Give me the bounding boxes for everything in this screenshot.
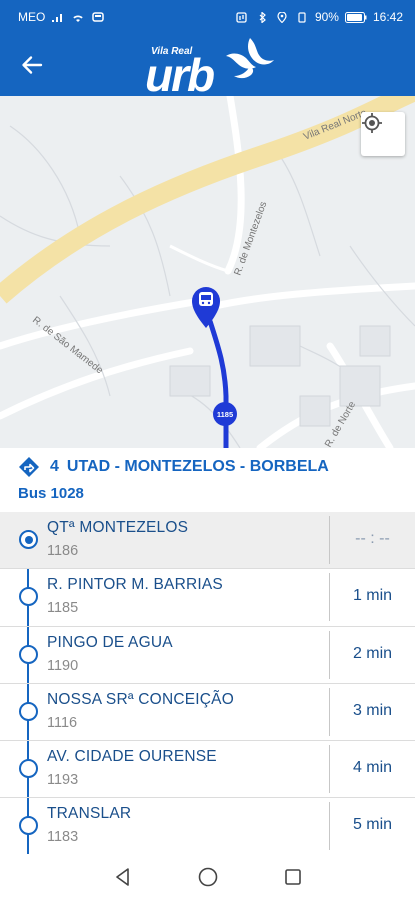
status-left: MEO xyxy=(18,10,105,24)
bird-logo-icon xyxy=(226,38,274,79)
circle-home-icon xyxy=(198,867,217,887)
stop-name: PINGO DE AGUA xyxy=(47,633,173,651)
arrow-left-icon xyxy=(22,56,43,74)
line-number: 4 xyxy=(50,458,59,475)
battery-percent: 90% xyxy=(314,10,339,24)
stop-row[interactable]: QTª MONTEZELOS 1186 -- : -- xyxy=(0,512,415,570)
stop-row[interactable]: TRANSLAR 1183 5 min xyxy=(0,798,415,854)
current-stop-node xyxy=(19,530,38,549)
square-recents-icon xyxy=(284,869,301,885)
triangle-back-icon xyxy=(115,868,129,886)
stops-list: QTª MONTEZELOS 1186 -- : -- R. PINTOR M.… xyxy=(0,512,415,854)
stop-row[interactable]: AV. CIDADE OURENSE 1193 4 min xyxy=(0,741,415,799)
stop-marker-1185[interactable]: 1185 xyxy=(213,402,237,426)
stop-name: QTª MONTEZELOS xyxy=(47,519,189,536)
stop-eta: 4 min xyxy=(352,759,393,777)
status-right: 90% 16:42 xyxy=(235,10,403,24)
bluetooth-icon xyxy=(259,11,266,23)
stop-code: 1116 xyxy=(47,714,78,731)
bus-id: Bus 1028 xyxy=(18,485,84,502)
back-button[interactable] xyxy=(14,47,50,83)
map-view[interactable]: Vila Real Norte R. de Montezelos R. de S… xyxy=(0,96,415,448)
vibrate-icon xyxy=(298,11,306,23)
my-location-button[interactable] xyxy=(361,112,405,156)
stop-code: 1190 xyxy=(47,657,79,674)
stop-eta: 3 min xyxy=(352,701,393,719)
wifi-icon xyxy=(73,14,84,22)
stop-code: 1185 xyxy=(47,600,79,617)
stop-marker-label: 1185 xyxy=(217,410,233,419)
carrier-label: MEO xyxy=(18,10,46,24)
stop-code: 1183 xyxy=(47,829,79,846)
stop-row[interactable]: PINGO DE AGUA 1190 2 min xyxy=(0,627,415,684)
directions-icon xyxy=(19,457,39,477)
stop-row[interactable]: R. PINTOR M. BARRIAS 1185 1 min xyxy=(0,569,415,627)
stop-node xyxy=(19,644,38,664)
stop-eta: 5 min xyxy=(352,816,393,834)
stop-name: NOSSA SRª CONCEIÇÃO xyxy=(47,690,234,708)
app-bar: Vila Real urb xyxy=(0,34,415,98)
stop-code: 1186 xyxy=(47,543,79,559)
stop-name: TRANSLAR xyxy=(47,805,132,823)
stop-row[interactable]: NOSSA SRª CONCEIÇÃO 1116 3 min xyxy=(0,684,415,742)
system-nav-bar xyxy=(0,854,415,900)
bus-location-pin[interactable] xyxy=(192,287,220,328)
line-title: 4 UTAD - MONTEZELOS - BORBELA xyxy=(18,456,329,478)
nfc-icon xyxy=(236,11,247,23)
line-header: 4 UTAD - MONTEZELOS - BORBELA Bus 1028 xyxy=(0,448,415,512)
stop-eta: 1 min xyxy=(352,587,393,605)
stop-eta: -- : -- xyxy=(355,530,390,547)
status-bar: MEO 90% 16:42 xyxy=(0,0,415,34)
urb-logo: Vila Real urb xyxy=(145,36,275,98)
clock: 16:42 xyxy=(372,10,403,24)
stop-node xyxy=(19,587,38,607)
nav-recents-button[interactable] xyxy=(275,859,311,895)
stop-node xyxy=(19,759,38,779)
stop-name: R. PINTOR M. BARRIAS xyxy=(47,576,223,594)
stop-name: AV. CIDADE OURENSE xyxy=(47,748,217,766)
nav-home-button[interactable] xyxy=(190,859,226,895)
battery-icon xyxy=(344,11,367,23)
bus-route-line xyxy=(207,320,229,448)
bus-status-icon xyxy=(92,11,105,22)
stop-code: 1193 xyxy=(47,772,79,789)
stop-node xyxy=(19,816,38,836)
line-name: UTAD - MONTEZELOS - BORBELA xyxy=(66,458,329,475)
logo-title: urb xyxy=(145,49,215,101)
stop-node xyxy=(19,701,38,721)
location-status-icon xyxy=(277,11,287,23)
map-canvas: Vila Real Norte R. de Montezelos R. de S… xyxy=(0,96,415,448)
crosshair-icon xyxy=(362,113,382,133)
nav-back-button[interactable] xyxy=(105,859,141,895)
stop-eta: 2 min xyxy=(352,644,393,662)
signal-icon xyxy=(52,13,63,22)
